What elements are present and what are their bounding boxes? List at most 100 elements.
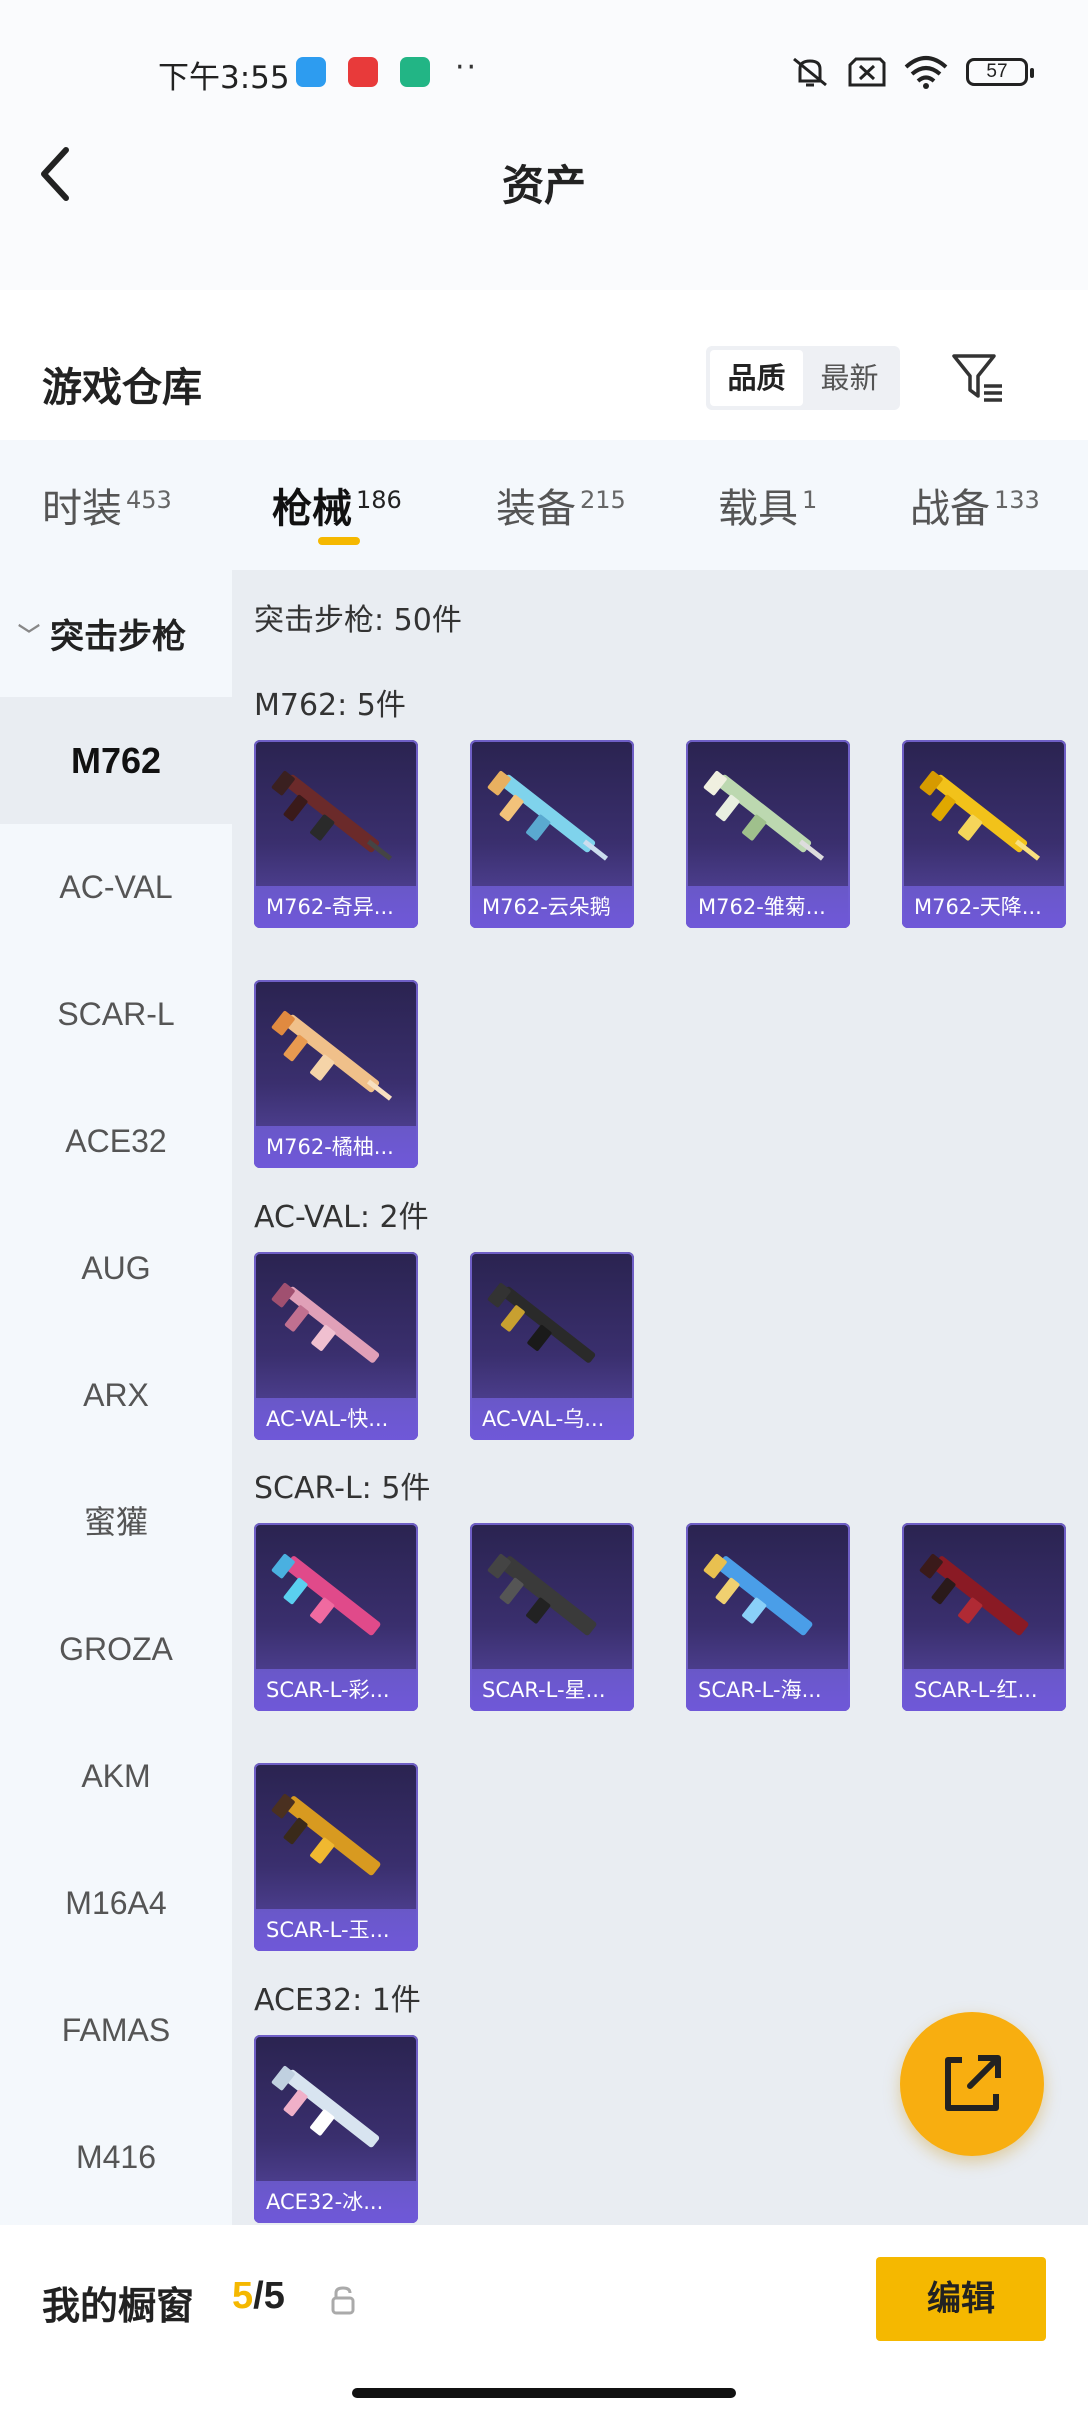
sidebar-item-m762[interactable]: M762	[0, 697, 232, 824]
wifi-icon	[904, 56, 948, 89]
category-tabs: 时装 453 枪械 186 装备 215 载具 1 战备 133	[0, 440, 1088, 570]
sidebar-item-m16a4[interactable]: M16A4	[0, 1840, 232, 1967]
tab-equipment[interactable]: 装备 215	[496, 476, 626, 534]
sidebar-item-groza[interactable]: GROZA	[0, 1586, 232, 1713]
skin-card[interactable]: SCAR-L-玉...	[254, 1763, 418, 1951]
skin-name: SCAR-L-彩...	[254, 1669, 418, 1711]
skin-name: AC-VAL-乌...	[470, 1398, 634, 1440]
skin-card[interactable]: M762-天降...	[902, 740, 1066, 928]
chevron-down-icon: ﹀	[18, 623, 41, 649]
sort-option-quality[interactable]: 品质	[710, 350, 803, 406]
section-title: AC-VAL: 2件	[254, 1200, 429, 1235]
skin-name: M762-天降...	[902, 886, 1066, 928]
mute-icon	[793, 57, 827, 87]
rifle-skin-icon	[271, 1793, 381, 1876]
weapon-grid: 突击步枪: 50件 M762: 5件 M762-奇异... M762-云朵鹅 M…	[232, 570, 1088, 2225]
sort-toggle: 品质 最新	[706, 346, 900, 410]
edit-button[interactable]: 编辑	[876, 2257, 1046, 2341]
sidebar-item-arx[interactable]: ARX	[0, 1332, 232, 1459]
skin-name: SCAR-L-玉...	[254, 1909, 418, 1951]
app-red-icon	[348, 57, 378, 87]
showcase-count: 5/5	[232, 2275, 285, 2318]
tab-supplies[interactable]: 战备 133	[910, 476, 1040, 534]
skin-card[interactable]: AC-VAL-快...	[254, 1252, 418, 1440]
sidebar-item-famas[interactable]: FAMAS	[0, 1967, 232, 2094]
home-indicator	[352, 2388, 736, 2398]
tab-count: 215	[580, 485, 626, 514]
tab-label: 装备	[496, 486, 576, 532]
rifle-skin-icon	[271, 770, 393, 861]
rifle-skin-icon	[919, 1553, 1029, 1636]
skin-name: AC-VAL-快...	[254, 1398, 418, 1440]
skin-card[interactable]: M762-橘柚...	[254, 980, 418, 1168]
tab-label: 时装	[42, 486, 122, 532]
skin-card[interactable]: ACE32-冰...	[254, 2035, 418, 2223]
sidebar-item-akm[interactable]: AKM	[0, 1713, 232, 1840]
rifle-skin-icon	[487, 1553, 597, 1636]
rifle-skin-icon	[487, 770, 609, 861]
category-title: 突击步枪: 50件	[254, 603, 462, 638]
tab-count: 133	[994, 485, 1040, 514]
external-link-icon	[945, 2055, 1001, 2111]
nav-header: 资产	[0, 110, 1088, 290]
skin-card[interactable]: M762-雏菊...	[686, 740, 850, 928]
section-title: ACE32: 1件	[254, 1983, 421, 2018]
sidebar-item-honey-badger[interactable]: 蜜獾	[0, 1459, 232, 1586]
skin-name: M762-雏菊...	[686, 886, 850, 928]
rifle-skin-icon	[919, 770, 1041, 861]
tab-label: 载具	[718, 486, 798, 532]
skin-card[interactable]: SCAR-L-红...	[902, 1523, 1066, 1711]
skin-card[interactable]: M762-奇异...	[254, 740, 418, 928]
app-blue-icon	[296, 57, 326, 87]
rifle-skin-icon	[703, 770, 825, 861]
skin-card[interactable]: AC-VAL-乌...	[470, 1252, 634, 1440]
tab-count: 186	[356, 485, 402, 514]
weapon-sidebar: ﹀ 突击步枪 M762 AC-VAL SCAR-L ACE32 AUG ARX …	[0, 570, 232, 2225]
page-title: 资产	[501, 161, 586, 210]
rifle-skin-icon	[271, 1553, 381, 1636]
skin-card[interactable]: SCAR-L-海...	[686, 1523, 850, 1711]
rifle-skin-icon	[271, 1010, 393, 1101]
tab-label: 战备	[910, 486, 990, 532]
skin-card[interactable]: SCAR-L-彩...	[254, 1523, 418, 1711]
rifle-skin-icon	[487, 1282, 596, 1363]
skin-name: SCAR-L-红...	[902, 1669, 1066, 1711]
status-right: 57	[790, 55, 1034, 89]
lock-icon	[331, 2286, 355, 2315]
skin-name: M762-橘柚...	[254, 1126, 418, 1168]
showcase-title: 我的橱窗	[42, 2284, 195, 2328]
sidebar-item-ac-val[interactable]: AC-VAL	[0, 824, 232, 951]
sidebar-group-label: 突击步枪	[50, 617, 187, 657]
sidebar-item-scar-l[interactable]: SCAR-L	[0, 951, 232, 1078]
showcase-separator: /	[253, 2275, 264, 2317]
sidebar-item-ace32[interactable]: ACE32	[0, 1078, 232, 1205]
rifle-skin-icon	[271, 1282, 380, 1363]
skin-name: ACE32-冰...	[254, 2181, 418, 2223]
status-time: 下午3:55	[158, 60, 290, 96]
app-green-shield-icon	[400, 57, 430, 87]
skin-name: M762-云朵鹅	[470, 886, 634, 928]
share-fab-button[interactable]	[900, 2012, 1044, 2156]
skin-card[interactable]: SCAR-L-星...	[470, 1523, 634, 1711]
tab-vehicles[interactable]: 载具 1	[718, 476, 817, 534]
sidebar-group-assault-rifles[interactable]: ﹀ 突击步枪	[0, 570, 232, 697]
showcase-total: 5	[263, 2275, 285, 2317]
warehouse-row: 游戏仓库 品质 最新	[0, 310, 1088, 440]
sidebar-item-aug[interactable]: AUG	[0, 1205, 232, 1332]
active-tab-indicator	[318, 537, 360, 545]
showcase-current: 5	[232, 2275, 254, 2317]
showcase-bar: 我的橱窗 5/5 编辑	[0, 2225, 1088, 2417]
skin-name: M762-奇异...	[254, 886, 418, 928]
tab-fashion[interactable]: 时装 453	[42, 476, 172, 534]
battery-icon: 57	[966, 58, 1034, 86]
sort-option-newest[interactable]: 最新	[803, 350, 896, 406]
no-sim-icon	[848, 57, 886, 87]
sidebar-item-m416[interactable]: M416	[0, 2094, 232, 2221]
warehouse-title: 游戏仓库	[42, 365, 202, 411]
tab-firearms[interactable]: 枪械 186	[272, 476, 402, 534]
filter-icon[interactable]	[950, 350, 1006, 406]
skin-card[interactable]: M762-云朵鹅	[470, 740, 634, 928]
skin-name: SCAR-L-海...	[686, 1669, 850, 1711]
more-notifications-icon: ··	[455, 50, 479, 85]
rifle-skin-icon	[703, 1553, 813, 1636]
